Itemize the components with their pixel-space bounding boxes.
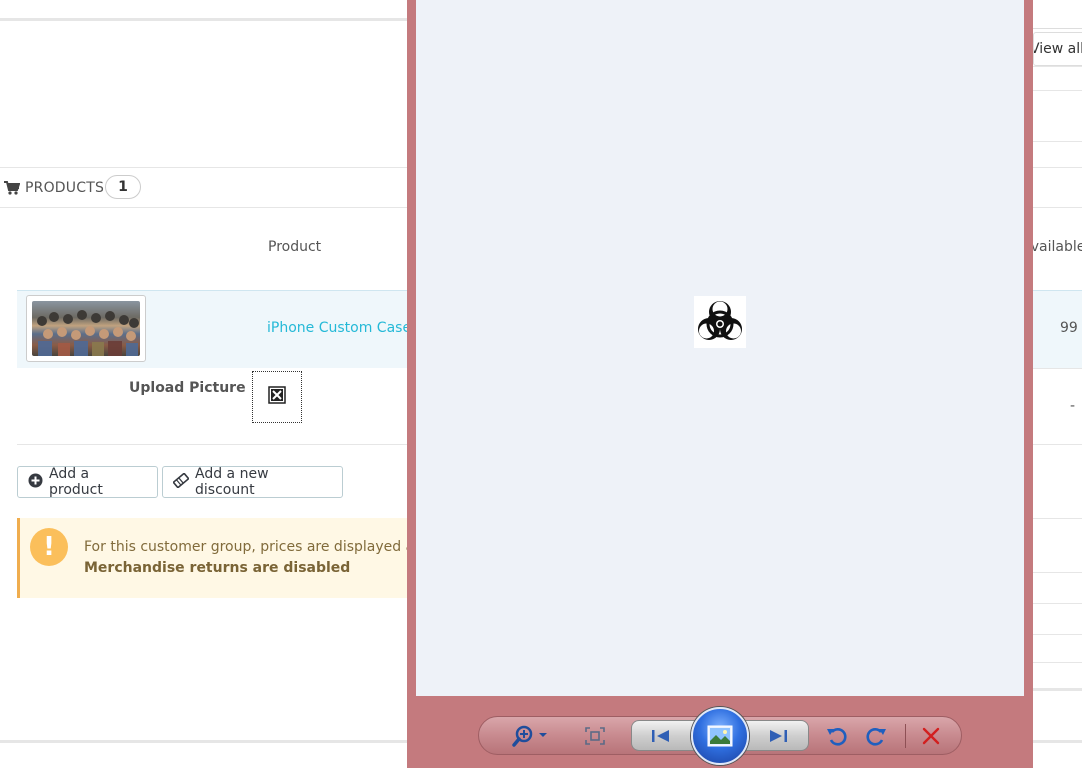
delete-icon[interactable]	[918, 723, 944, 749]
products-header-divider-bottom	[0, 207, 407, 208]
right-divider-6	[1033, 207, 1082, 208]
add-product-label: Add a product	[49, 466, 103, 498]
right-divider-10	[1033, 518, 1082, 519]
zoom-icon[interactable]	[510, 722, 550, 750]
view-all-messages-label: View all messages	[1033, 41, 1082, 57]
right-divider-16	[1033, 740, 1082, 743]
right-divider-3	[1033, 90, 1082, 91]
products-header-divider-top	[0, 167, 407, 168]
plus-circle-icon	[28, 473, 43, 492]
product-name-link[interactable]: iPhone Custom Case	[267, 320, 411, 336]
right-divider-12	[1033, 603, 1082, 604]
right-divider-14	[1033, 662, 1082, 663]
right-divider-13	[1033, 634, 1082, 635]
empty-value-dash: -	[1070, 398, 1076, 414]
add-discount-button[interactable]: Add a new discount	[162, 466, 343, 498]
upload-picture-label: Upload Picture	[129, 380, 246, 396]
products-section-title: PRODUCTS	[4, 176, 104, 200]
right-divider-4	[1033, 141, 1082, 142]
actual-size-icon[interactable]	[582, 724, 608, 748]
right-divider-9	[1033, 444, 1082, 445]
right-divider-15	[1033, 688, 1082, 691]
product-image	[32, 301, 140, 356]
view-all-messages-button[interactable]: View all messages	[1033, 32, 1082, 66]
bottom-divider	[0, 740, 407, 743]
next-icon[interactable]	[762, 724, 794, 748]
photo-viewer-canvas	[416, 0, 1024, 696]
alert-returns-text: Merchandise returns are disabled	[84, 560, 351, 576]
slideshow-icon[interactable]	[691, 707, 749, 765]
shopping-cart-icon	[4, 181, 20, 195]
upload-picture-field[interactable]	[252, 371, 302, 423]
right-divider-2	[1033, 66, 1082, 67]
upload-row-divider	[17, 444, 407, 445]
add-discount-label: Add a new discount	[195, 466, 269, 498]
toolbar-separator	[905, 724, 906, 748]
info-alert	[17, 518, 412, 598]
right-divider-8	[1033, 368, 1082, 369]
broken-image-icon	[268, 386, 286, 408]
right-divider-11	[1033, 572, 1082, 573]
exclamation-icon: !	[30, 528, 68, 566]
products-count-badge: 1	[105, 175, 141, 199]
add-product-button[interactable]: Add a product	[17, 466, 158, 498]
products-title-label: PRODUCTS	[25, 180, 105, 196]
right-divider-5	[1033, 167, 1082, 168]
column-header-product: Product	[268, 239, 322, 255]
previous-icon[interactable]	[645, 724, 677, 748]
rotate-clockwise-icon[interactable]	[863, 723, 889, 749]
biohazard-icon	[694, 296, 746, 348]
product-thumbnail[interactable]	[26, 295, 146, 362]
right-divider-1	[1033, 28, 1082, 29]
available-quantity: 99	[1060, 320, 1078, 336]
rotate-counterclockwise-icon[interactable]	[824, 723, 850, 749]
ticket-icon	[172, 471, 190, 492]
alert-price-text: For this customer group, prices are disp…	[84, 539, 422, 555]
top-divider	[0, 18, 407, 21]
